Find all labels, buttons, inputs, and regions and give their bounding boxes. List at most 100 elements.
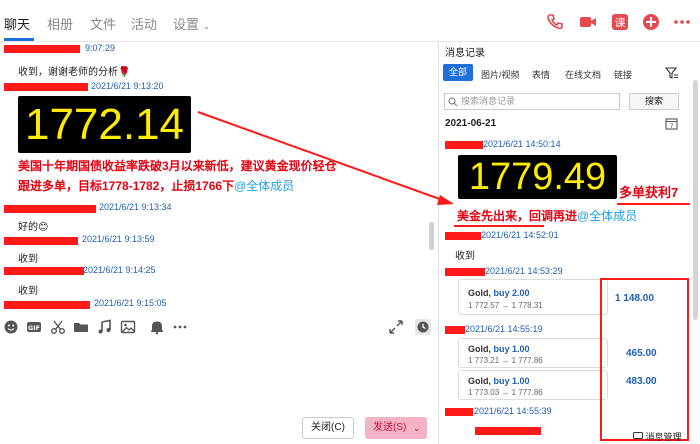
trade-action: buy 1.00 bbox=[493, 376, 530, 386]
message-time: 2021/6/21 14:53:29 bbox=[485, 266, 563, 276]
message-history-panel: 消息记录 全部 图片/视频 表情 在线文档 链接 搜索消息记录 搜索 2021-… bbox=[439, 42, 700, 444]
message-manage-button[interactable]: 消息管理 bbox=[633, 430, 682, 443]
sender-name-redacted bbox=[475, 427, 541, 435]
profit-annotation: 多单获利7 bbox=[619, 185, 679, 200]
message-time: 2021/6/21 14:50:14 bbox=[483, 139, 561, 149]
video-icon[interactable] bbox=[578, 12, 598, 32]
annotation-underline bbox=[454, 225, 544, 227]
search-button[interactable]: 搜索 bbox=[629, 93, 679, 110]
mention-all[interactable]: @全体成员 bbox=[234, 179, 294, 193]
send-button[interactable]: 发送(S) ⌄ bbox=[365, 417, 427, 439]
message-time: 2021/6/21 9:13:59 bbox=[82, 234, 155, 244]
tab-files[interactable]: 文件 bbox=[90, 14, 116, 33]
sender-name-redacted bbox=[445, 326, 465, 334]
mention-all[interactable]: @全体成员 bbox=[577, 209, 637, 223]
more-icon[interactable] bbox=[672, 12, 692, 32]
message-time: 2021/6/21 14:55:19 bbox=[465, 324, 543, 334]
trade-asset-name: Gold bbox=[468, 288, 489, 298]
svg-text:7: 7 bbox=[670, 123, 674, 130]
sender-name-redacted bbox=[4, 45, 80, 53]
trade-asset: Gold, buy 1.00 bbox=[468, 344, 530, 354]
svg-text:课: 课 bbox=[615, 17, 626, 30]
analysis-line-1: 美国十年期国债收益率跌破3月以来新低，建议黄金现价轻仓 bbox=[18, 159, 337, 173]
filter-docs[interactable]: 在线文档 bbox=[565, 68, 601, 81]
message-time: 2021/6/21 14:52:01 bbox=[481, 230, 559, 240]
message-time: 2021/6/21 9:13:20 bbox=[91, 81, 164, 91]
tab-settings-label: 设置 bbox=[173, 17, 200, 32]
image-icon[interactable] bbox=[120, 319, 136, 335]
history-date: 2021-06-21 bbox=[445, 118, 497, 129]
history-search-input[interactable]: 搜索消息记录 bbox=[444, 93, 620, 110]
sender-name-redacted bbox=[445, 268, 485, 276]
trade-asset-name: Gold bbox=[468, 376, 489, 386]
history-scrollbar[interactable] bbox=[693, 80, 698, 320]
analysis-line-2: 跟进多单，目标1778-1782，止损1766下 bbox=[18, 179, 235, 193]
tab-chat[interactable]: 聊天 bbox=[4, 14, 30, 33]
trade-action: buy 1.00 bbox=[493, 344, 530, 354]
chat-scrollbar[interactable] bbox=[429, 222, 434, 250]
bell-icon[interactable] bbox=[149, 319, 165, 335]
phone-icon[interactable] bbox=[545, 12, 565, 32]
search-icon bbox=[448, 97, 458, 107]
trade-asset-name: Gold bbox=[468, 344, 489, 354]
trade-card: Gold, buy 1.00 1 773.21 → 1 777.86 bbox=[458, 338, 608, 368]
calendar-icon[interactable]: 7 bbox=[665, 117, 678, 130]
tab-album[interactable]: 相册 bbox=[47, 14, 73, 33]
tab-activity[interactable]: 活动 bbox=[131, 14, 157, 33]
sender-name-redacted bbox=[445, 232, 481, 240]
panel-title: 消息记录 bbox=[445, 48, 485, 59]
message-time: 2021/6/21 14:55:39 bbox=[474, 406, 552, 416]
profit-highlight-box bbox=[600, 278, 689, 441]
message-text: 收到 bbox=[18, 286, 38, 297]
tab-settings[interactable]: 设置 ⌄ bbox=[173, 14, 210, 33]
sender-name-redacted bbox=[4, 237, 78, 245]
emoji-icon[interactable] bbox=[3, 319, 19, 335]
input-toolbar: GIF bbox=[0, 316, 438, 338]
filter-media[interactable]: 图片/视频 bbox=[481, 68, 520, 81]
history-clock-icon[interactable] bbox=[415, 319, 431, 335]
gif-icon[interactable]: GIF bbox=[26, 319, 42, 335]
more-icon[interactable] bbox=[172, 319, 188, 335]
trade-asset: Gold, buy 2.00 bbox=[468, 288, 530, 298]
sender-name-redacted bbox=[445, 408, 473, 416]
sender-name-redacted bbox=[4, 83, 88, 91]
message-text: 收到，谢谢老师的分析🌹 bbox=[18, 67, 131, 78]
course-icon[interactable]: 课 bbox=[610, 12, 630, 32]
trade-price: 1 773.03 → 1 777.86 bbox=[468, 388, 543, 397]
filter-icon[interactable] bbox=[665, 67, 679, 79]
message-manage-label: 消息管理 bbox=[645, 432, 682, 442]
analysis-text: 美国十年期国债收益率跌破3月以来新低，建议黄金现价轻仓 跟进多单，目标1778-… bbox=[18, 156, 438, 196]
trade-action: buy 2.00 bbox=[493, 288, 530, 298]
close-button[interactable]: 关闭(C) bbox=[302, 417, 354, 439]
top-bar: 聊天 相册 文件 活动 设置 ⌄ 课 bbox=[0, 0, 700, 42]
scissors-icon[interactable] bbox=[50, 319, 66, 335]
chevron-down-icon: ⌄ bbox=[202, 21, 211, 31]
price-image: 1779.49 bbox=[458, 155, 617, 199]
trade-price: 1 772.57 → 1 778.31 bbox=[468, 301, 543, 310]
price-image: 1772.14 bbox=[18, 96, 191, 153]
sender-name-redacted bbox=[445, 141, 483, 149]
music-icon[interactable] bbox=[97, 319, 113, 335]
history-message-text: 美金先出来，回调再进@全体成员 bbox=[457, 206, 700, 226]
history-message-line: 美金先出来，回调再进 bbox=[457, 209, 578, 223]
svg-text:GIF: GIF bbox=[28, 324, 40, 332]
filter-all[interactable]: 全部 bbox=[443, 64, 473, 81]
filter-stickers[interactable]: 表情 bbox=[532, 68, 550, 81]
folder-icon[interactable] bbox=[73, 319, 89, 335]
message-text: 收到 bbox=[455, 251, 475, 262]
annotation-underline bbox=[617, 203, 690, 205]
filter-links[interactable]: 链接 bbox=[614, 68, 632, 81]
sender-name-redacted bbox=[4, 301, 90, 309]
message-time: 2021/6/21 9:14:25 bbox=[83, 265, 156, 275]
chat-bubble-icon bbox=[633, 432, 643, 441]
chat-messages: 9:07:29 收到，谢谢老师的分析🌹 2021/6/21 9:13:20 17… bbox=[0, 42, 438, 316]
tab-underline bbox=[4, 38, 34, 41]
expand-icon[interactable] bbox=[388, 319, 404, 335]
message-time: 2021/6/21 9:15:05 bbox=[94, 298, 167, 308]
chevron-down-icon[interactable]: ⌄ bbox=[413, 417, 421, 439]
message-time: 2021/6/21 9:13:34 bbox=[99, 202, 172, 212]
add-icon[interactable] bbox=[641, 12, 661, 32]
sender-name-redacted bbox=[4, 267, 84, 275]
trade-card: Gold, buy 2.00 1 772.57 → 1 778.31 bbox=[458, 279, 608, 315]
message-text: 收到 bbox=[18, 254, 38, 265]
